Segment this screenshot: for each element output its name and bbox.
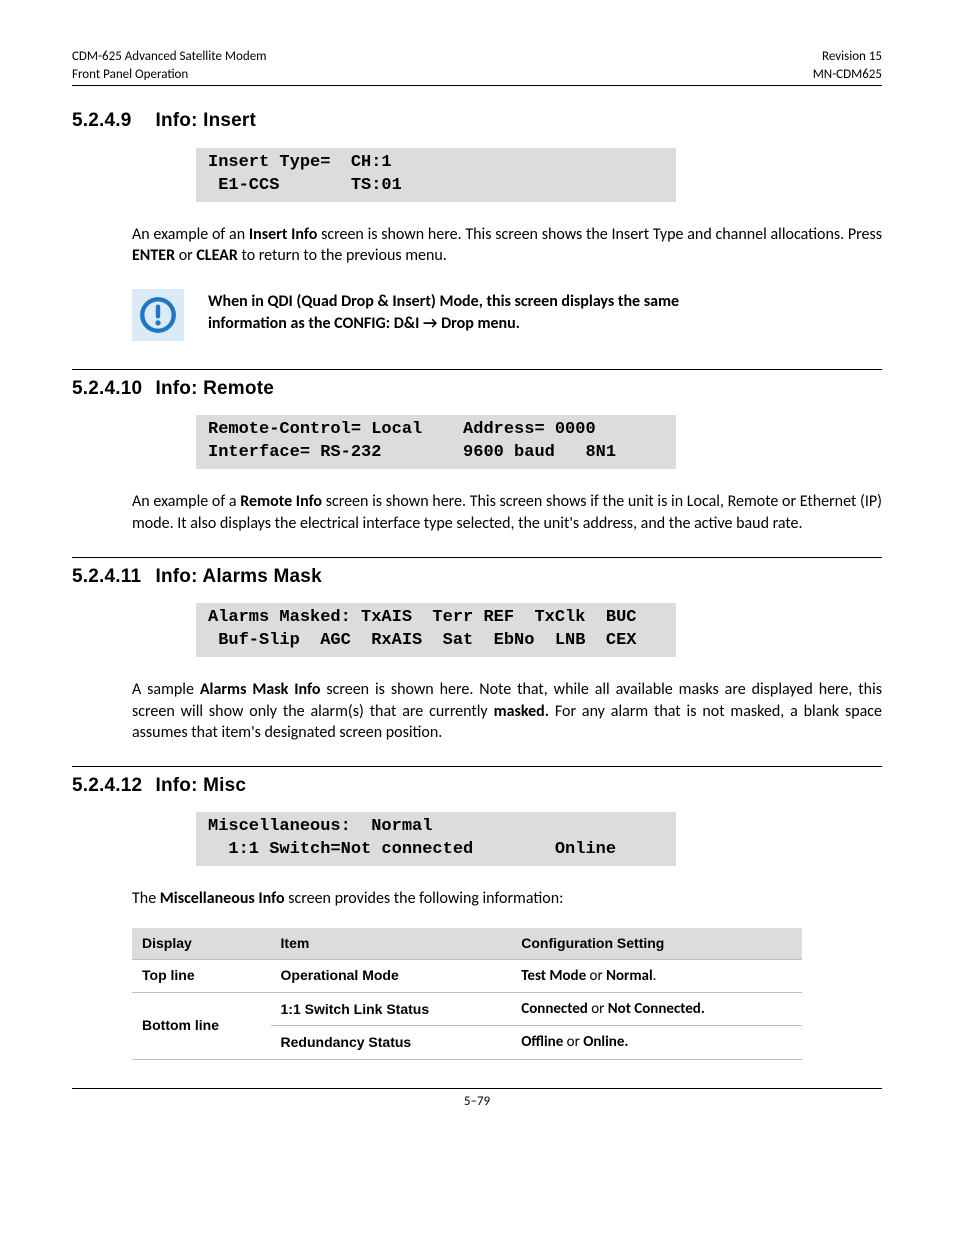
page-footer: 5–79: [72, 1088, 882, 1111]
heading-title: Info: Misc: [155, 775, 246, 796]
cell-item: 1:1 Switch Link Status: [271, 993, 512, 1026]
heading-title: Info: Insert: [155, 110, 256, 131]
header-docid: MN-CDM625: [813, 67, 882, 82]
arrow-icon: →: [423, 313, 437, 335]
divider: [72, 766, 882, 767]
divider: [72, 557, 882, 558]
heading-number: 5.2.4.9: [72, 108, 150, 134]
cell-config: Test Mode or Normal.: [511, 959, 802, 992]
heading-number: 5.2.4.12: [72, 773, 150, 799]
page-number: 5–79: [464, 1094, 490, 1109]
heading-number: 5.2.4.10: [72, 376, 150, 402]
lcd-screen-insert: Insert Type= CH:1 E1-CCS TS:01: [196, 148, 676, 202]
page-header: CDM-625 Advanced Satellite Modem Front P…: [72, 48, 882, 86]
para-alarms: A sample Alarms Mask Info screen is show…: [132, 679, 882, 744]
section-info-remote: 5.2.4.10 Info: Remote Remote-Control= Lo…: [72, 376, 882, 535]
lcd-screen-alarms: Alarms Masked: TxAIS Terr REF TxClk BUC …: [196, 603, 676, 657]
misc-info-table: Display Item Configuration Setting Top l…: [132, 928, 802, 1060]
cell-display: Bottom line: [132, 993, 271, 1060]
attention-icon: [132, 289, 184, 341]
section-info-misc: 5.2.4.12 Info: Misc Miscellaneous: Norma…: [72, 773, 882, 1060]
divider: [72, 369, 882, 370]
cell-config: Connected or Not Connected.: [511, 993, 802, 1026]
lcd-screen-remote: Remote-Control= Local Address= 0000 Inte…: [196, 415, 676, 469]
cell-item: Operational Mode: [271, 959, 512, 992]
col-item: Item: [271, 928, 512, 959]
col-display: Display: [132, 928, 271, 959]
note-callout: When in QDI (Quad Drop & Insert) Mode, t…: [132, 289, 882, 341]
heading-misc: 5.2.4.12 Info: Misc: [72, 773, 882, 799]
table-row: Bottom line 1:1 Switch Link Status Conne…: [132, 993, 802, 1026]
section-info-insert: 5.2.4.9 Info: Insert Insert Type= CH:1 E…: [72, 108, 882, 341]
cell-display: Top line: [132, 959, 271, 992]
heading-insert: 5.2.4.9 Info: Insert: [72, 108, 882, 134]
heading-number: 5.2.4.11: [72, 564, 150, 590]
header-left: CDM-625 Advanced Satellite Modem Front P…: [72, 48, 267, 83]
para-insert: An example of an Insert Info screen is s…: [132, 224, 882, 267]
header-section: Front Panel Operation: [72, 67, 188, 82]
cell-item: Redundancy Status: [271, 1026, 512, 1059]
col-config: Configuration Setting: [511, 928, 802, 959]
heading-remote: 5.2.4.10 Info: Remote: [72, 376, 882, 402]
header-right: Revision 15 MN-CDM625: [813, 48, 882, 83]
table-header-row: Display Item Configuration Setting: [132, 928, 802, 959]
para-misc: The Miscellaneous Info screen provides t…: [132, 888, 882, 910]
heading-alarms: 5.2.4.11 Info: Alarms Mask: [72, 564, 882, 590]
note-text: When in QDI (Quad Drop & Insert) Mode, t…: [208, 289, 679, 336]
lcd-screen-misc: Miscellaneous: Normal 1:1 Switch=Not con…: [196, 812, 676, 866]
heading-title: Info: Remote: [155, 378, 274, 399]
cell-config: Offline or Online.: [511, 1026, 802, 1059]
header-revision: Revision 15: [822, 49, 882, 64]
section-info-alarms: 5.2.4.11 Info: Alarms Mask Alarms Masked…: [72, 564, 882, 744]
heading-title: Info: Alarms Mask: [155, 566, 321, 587]
table-row: Top line Operational Mode Test Mode or N…: [132, 959, 802, 992]
para-remote: An example of a Remote Info screen is sh…: [132, 491, 882, 534]
header-product: CDM-625 Advanced Satellite Modem: [72, 49, 267, 64]
